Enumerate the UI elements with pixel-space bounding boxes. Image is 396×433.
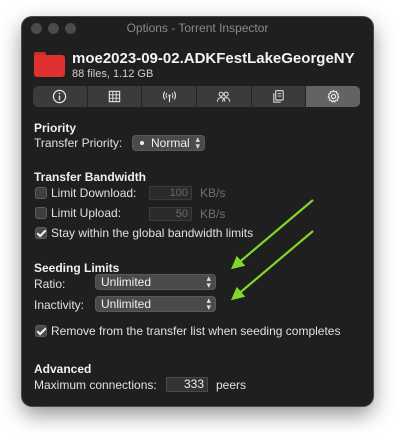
global-limits-checkbox[interactable]: [35, 227, 47, 239]
limit-upload-field[interactable]: 50: [149, 207, 192, 221]
gear-icon: [327, 89, 340, 103]
remove-when-complete-label: Remove from the transfer list when seedi…: [51, 324, 341, 338]
inactivity-label: Inactivity:: [34, 298, 85, 312]
antenna-icon: [162, 91, 176, 103]
tab-activity[interactable]: [88, 86, 143, 107]
limit-download-checkbox[interactable]: [35, 187, 47, 199]
popup-chevrons-icon: ▴ ▾: [206, 273, 211, 290]
title-bar: Options - Torrent Inspector: [22, 17, 373, 39]
popup-chevrons-icon: ▴ ▾: [195, 134, 200, 151]
tab-options[interactable]: [306, 86, 361, 107]
transfer-priority-label: Transfer Priority:: [34, 136, 123, 150]
limit-download-field[interactable]: 100: [149, 186, 192, 200]
peers-icon: [217, 91, 231, 102]
tab-peers[interactable]: [197, 86, 252, 107]
seeding-heading: Seeding Limits: [34, 261, 120, 275]
transfer-priority-value: Normal: [151, 136, 190, 150]
info-icon: [53, 89, 67, 104]
ratio-popup[interactable]: Unlimited ▴ ▾: [95, 274, 216, 290]
ratio-value: Unlimited: [101, 275, 152, 289]
limit-download-unit: KB/s: [200, 186, 226, 200]
bandwidth-heading: Transfer Bandwidth: [34, 170, 147, 184]
ratio-label: Ratio:: [34, 277, 66, 291]
advanced-heading: Advanced: [34, 362, 92, 376]
global-limits-label: Stay within the global bandwidth limits: [51, 226, 254, 240]
tab-info[interactable]: [33, 86, 88, 107]
limit-download-label: Limit Download:: [51, 186, 137, 200]
popup-chevrons-icon: ▴ ▾: [206, 295, 211, 312]
window-title: Options - Torrent Inspector: [126, 21, 269, 35]
torrent-name: moe2023-09-02.ADKFestLakeGeorgeNY: [72, 50, 355, 67]
folder-icon: [34, 52, 65, 77]
max-connections-field[interactable]: 333: [166, 377, 208, 392]
inspector-window: Options - Torrent Inspector moe2023-09-0…: [22, 17, 373, 406]
torrent-summary: 88 files, 1.12 GB: [72, 68, 154, 80]
transfer-priority-popup[interactable]: Normal ▴ ▾: [132, 135, 205, 151]
priority-heading: Priority: [34, 121, 77, 135]
max-connections-unit: peers: [216, 378, 247, 392]
selected-dot-icon: [140, 141, 144, 145]
limit-upload-label: Limit Upload:: [51, 206, 122, 220]
grid-icon: [108, 90, 121, 103]
tab-files[interactable]: [252, 86, 307, 107]
inactivity-value: Unlimited: [101, 297, 152, 311]
inspector-tab-bar: [33, 86, 361, 107]
limit-upload-checkbox[interactable]: [35, 207, 47, 219]
limit-upload-unit: KB/s: [200, 207, 226, 221]
max-connections-label: Maximum connections:: [34, 378, 157, 392]
tab-trackers[interactable]: [142, 86, 198, 107]
files-icon: [273, 90, 284, 103]
remove-when-complete-checkbox[interactable]: [35, 325, 47, 337]
inactivity-popup[interactable]: Unlimited ▴ ▾: [95, 296, 216, 312]
